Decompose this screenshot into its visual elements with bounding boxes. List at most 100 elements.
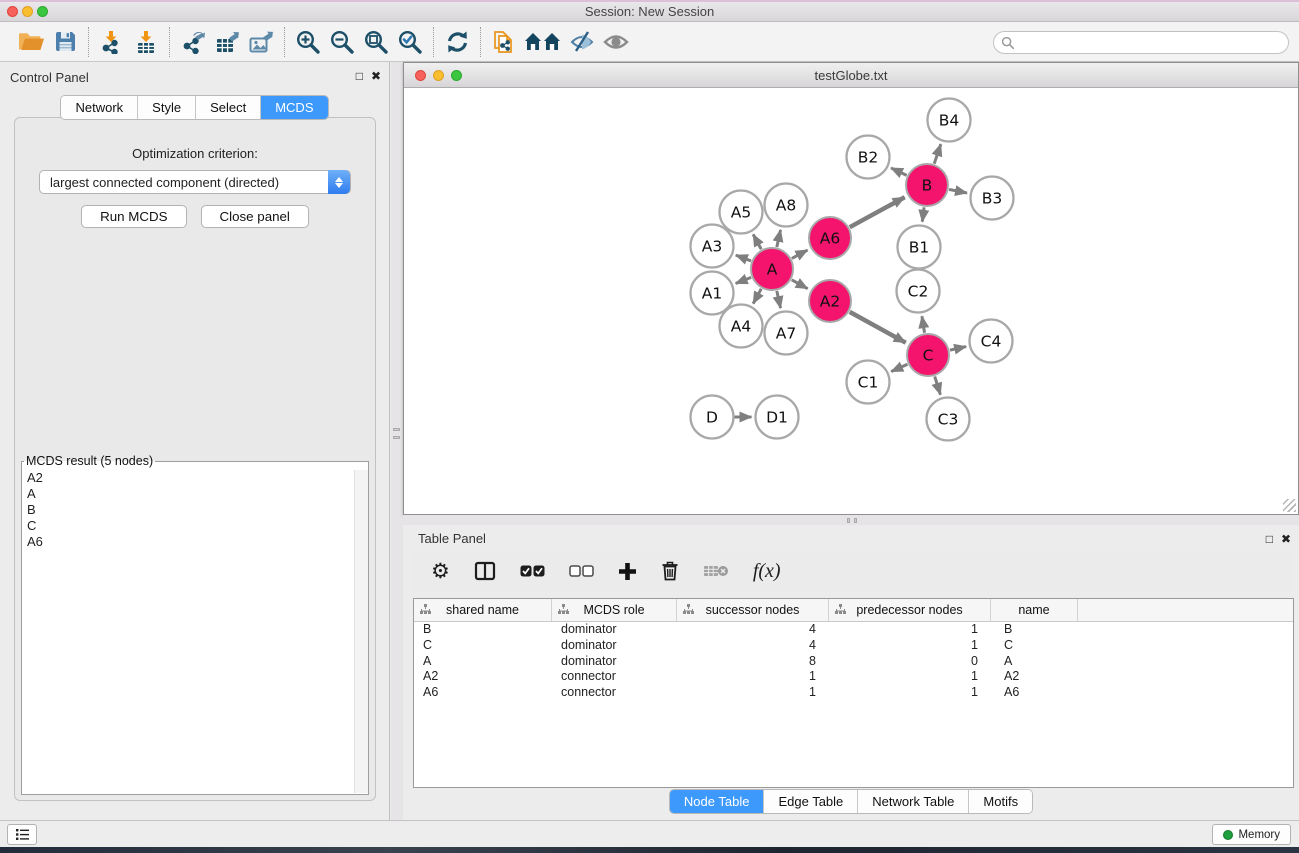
table-cell[interactable]: A: [414, 654, 552, 670]
close-panel-button[interactable]: Close panel: [201, 205, 309, 228]
node-table[interactable]: shared nameMCDS rolesuccessor nodesprede…: [413, 598, 1294, 788]
mcds-result-item[interactable]: A6: [23, 534, 353, 550]
table-cell[interactable]: connector: [552, 669, 677, 685]
graph-edge-C-C4[interactable]: [950, 347, 966, 351]
table-cell[interactable]: C: [414, 638, 552, 654]
table-cell[interactable]: 1: [829, 622, 991, 638]
home-layout-icon[interactable]: [521, 26, 565, 58]
mcds-result-item[interactable]: C: [23, 518, 353, 534]
graph-edge-C-C3[interactable]: [935, 376, 941, 394]
graph-edge-A-A4[interactable]: [753, 289, 761, 304]
table-cell[interactable]: dominator: [552, 638, 677, 654]
search-input[interactable]: [1015, 34, 1288, 52]
table-cell[interactable]: A: [991, 654, 1078, 670]
graph-edge-A-A6[interactable]: [792, 250, 808, 258]
horizontal-splitter[interactable]: [403, 515, 1299, 525]
tab-network-table[interactable]: Network Table: [858, 790, 969, 813]
float-table-panel-icon[interactable]: □: [1266, 532, 1273, 546]
graph-edge-A-A2[interactable]: [792, 280, 808, 289]
table-cell[interactable]: dominator: [552, 622, 677, 638]
select-all-icon[interactable]: [520, 565, 545, 577]
tab-motifs[interactable]: Motifs: [969, 790, 1032, 813]
graph-edge-A2-C[interactable]: [850, 312, 906, 343]
graph-edge-A-A8[interactable]: [777, 230, 781, 247]
memory-button[interactable]: Memory: [1212, 824, 1291, 845]
graph-edge-A-A5[interactable]: [753, 234, 761, 249]
tab-network[interactable]: Network: [61, 96, 138, 119]
delete-table-icon[interactable]: [703, 564, 729, 578]
close-table-panel-icon[interactable]: ✖: [1281, 532, 1291, 546]
column-header-MCDS-role[interactable]: MCDS role: [552, 599, 677, 621]
table-row[interactable]: A2connector11A2: [414, 669, 1293, 685]
column-settings-icon[interactable]: ⚙: [431, 561, 450, 582]
table-cell[interactable]: 4: [677, 622, 829, 638]
table-cell[interactable]: 8: [677, 654, 829, 670]
save-session-icon[interactable]: [48, 26, 82, 58]
graph-edge-B-B2[interactable]: [891, 168, 907, 175]
table-cell[interactable]: 4: [677, 638, 829, 654]
graph-edge-C-C1[interactable]: [891, 364, 907, 371]
export-table-icon[interactable]: [210, 26, 244, 58]
mcds-result-item[interactable]: A: [23, 486, 353, 502]
table-cell[interactable]: A6: [991, 685, 1078, 701]
float-panel-icon[interactable]: □: [356, 69, 363, 83]
deselect-all-icon[interactable]: [569, 565, 594, 577]
graph-edge-B-B4[interactable]: [934, 144, 941, 164]
tab-edge-table[interactable]: Edge Table: [764, 790, 858, 813]
tab-node-table[interactable]: Node Table: [670, 790, 765, 813]
refresh-icon[interactable]: [440, 26, 474, 58]
close-panel-icon[interactable]: ✖: [371, 69, 381, 83]
table-cell[interactable]: 1: [677, 669, 829, 685]
zoom-selected-icon[interactable]: [393, 26, 427, 58]
table-cell[interactable]: connector: [552, 685, 677, 701]
show-all-icon[interactable]: [599, 26, 633, 58]
table-cell[interactable]: 1: [829, 685, 991, 701]
column-header-name[interactable]: name: [991, 599, 1078, 621]
add-icon[interactable]: [618, 562, 637, 581]
column-header-successor-nodes[interactable]: successor nodes: [677, 599, 829, 621]
zoom-out-icon[interactable]: [325, 26, 359, 58]
tab-select[interactable]: Select: [196, 96, 261, 119]
run-mcds-button[interactable]: Run MCDS: [81, 205, 186, 228]
search-field[interactable]: [993, 31, 1289, 54]
table-row[interactable]: Adominator80A: [414, 654, 1293, 670]
table-row[interactable]: Cdominator41C: [414, 638, 1293, 654]
graph-edge-C-C2[interactable]: [922, 316, 925, 333]
column-header-predecessor-nodes[interactable]: predecessor nodes: [829, 599, 991, 621]
mcds-result-list[interactable]: A2ABCA6: [23, 470, 353, 793]
clone-network-icon[interactable]: [487, 26, 521, 58]
column-header-shared-name[interactable]: shared name: [414, 599, 552, 621]
graph-edge-A6-B[interactable]: [850, 197, 905, 227]
table-row[interactable]: Bdominator41B: [414, 622, 1293, 638]
graph-edge-A-A7[interactable]: [777, 291, 781, 308]
mcds-result-item[interactable]: B: [23, 502, 353, 518]
tab-style[interactable]: Style: [138, 96, 196, 119]
zoom-fit-icon[interactable]: [359, 26, 393, 58]
open-session-icon[interactable]: [14, 26, 48, 58]
import-table-icon[interactable]: [129, 26, 163, 58]
table-cell[interactable]: B: [414, 622, 552, 638]
function-builder-icon[interactable]: f(x): [753, 560, 781, 583]
table-cell[interactable]: 1: [829, 638, 991, 654]
mcds-result-item[interactable]: A2: [23, 470, 353, 486]
table-cell[interactable]: 1: [677, 685, 829, 701]
mcds-result-scrollbar[interactable]: [354, 470, 368, 793]
graph-edge-A-A3[interactable]: [736, 255, 751, 261]
window-resize-grip[interactable]: [1283, 499, 1296, 512]
export-network-icon[interactable]: [176, 26, 210, 58]
network-canvas[interactable]: B4B2BB3A5A8A6B1A3AA1C2A2A4A7C4CC1C3DD1: [404, 88, 1298, 514]
table-row[interactable]: A6connector11A6: [414, 685, 1293, 701]
table-cell[interactable]: 1: [829, 669, 991, 685]
graph-edge-B-B1[interactable]: [922, 207, 924, 221]
export-image-icon[interactable]: [244, 26, 278, 58]
graph-edge-B-B3[interactable]: [949, 189, 967, 193]
optimization-criterion-select[interactable]: largest connected component (directed): [39, 170, 351, 194]
hide-selected-icon[interactable]: [565, 26, 599, 58]
table-cell[interactable]: 0: [829, 654, 991, 670]
table-cell[interactable]: B: [991, 622, 1078, 638]
task-history-button[interactable]: [7, 824, 37, 845]
table-cell[interactable]: A6: [414, 685, 552, 701]
delete-icon[interactable]: [661, 561, 679, 581]
tab-mcds[interactable]: MCDS: [261, 96, 327, 119]
graph-edge-A-A1[interactable]: [736, 277, 751, 283]
